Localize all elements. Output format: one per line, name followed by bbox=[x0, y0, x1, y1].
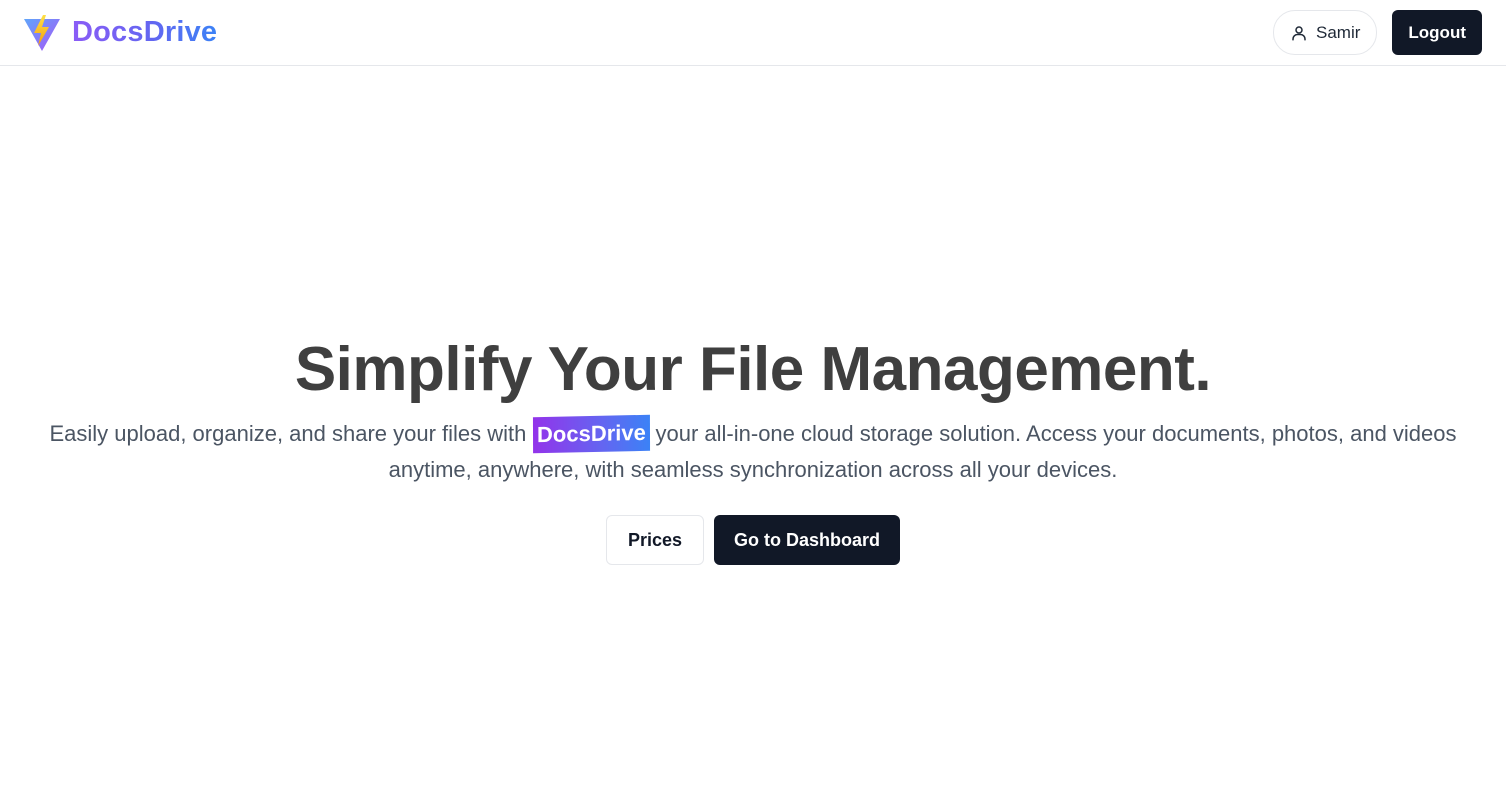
user-menu-button[interactable]: Samir bbox=[1273, 10, 1378, 55]
hero-section: Simplify Your File Management. Easily up… bbox=[0, 330, 1506, 565]
hero-description: Easily upload, organize, and share your … bbox=[33, 414, 1473, 487]
brand-name: DocsDrive bbox=[72, 16, 218, 48]
hero-brand-highlight: DocsDrive bbox=[532, 414, 650, 454]
prices-button[interactable]: Prices bbox=[605, 515, 705, 565]
user-name: Samir bbox=[1316, 22, 1361, 42]
top-navbar: DocsDrive Samir Logout bbox=[0, 0, 1506, 66]
hero-title: Simplify Your File Management. bbox=[294, 335, 1212, 404]
user-icon bbox=[1290, 24, 1308, 42]
bolt-triangle-logo-icon bbox=[22, 13, 62, 53]
go-to-dashboard-button[interactable]: Go to Dashboard bbox=[714, 515, 901, 565]
hero-desc-before: Easily upload, organize, and share your … bbox=[49, 421, 527, 446]
hero-actions: Prices Go to Dashboard bbox=[605, 515, 901, 565]
header-actions: Samir Logout bbox=[1273, 10, 1482, 55]
brand[interactable]: DocsDrive bbox=[22, 13, 217, 53]
logout-button[interactable]: Logout bbox=[1392, 10, 1482, 55]
